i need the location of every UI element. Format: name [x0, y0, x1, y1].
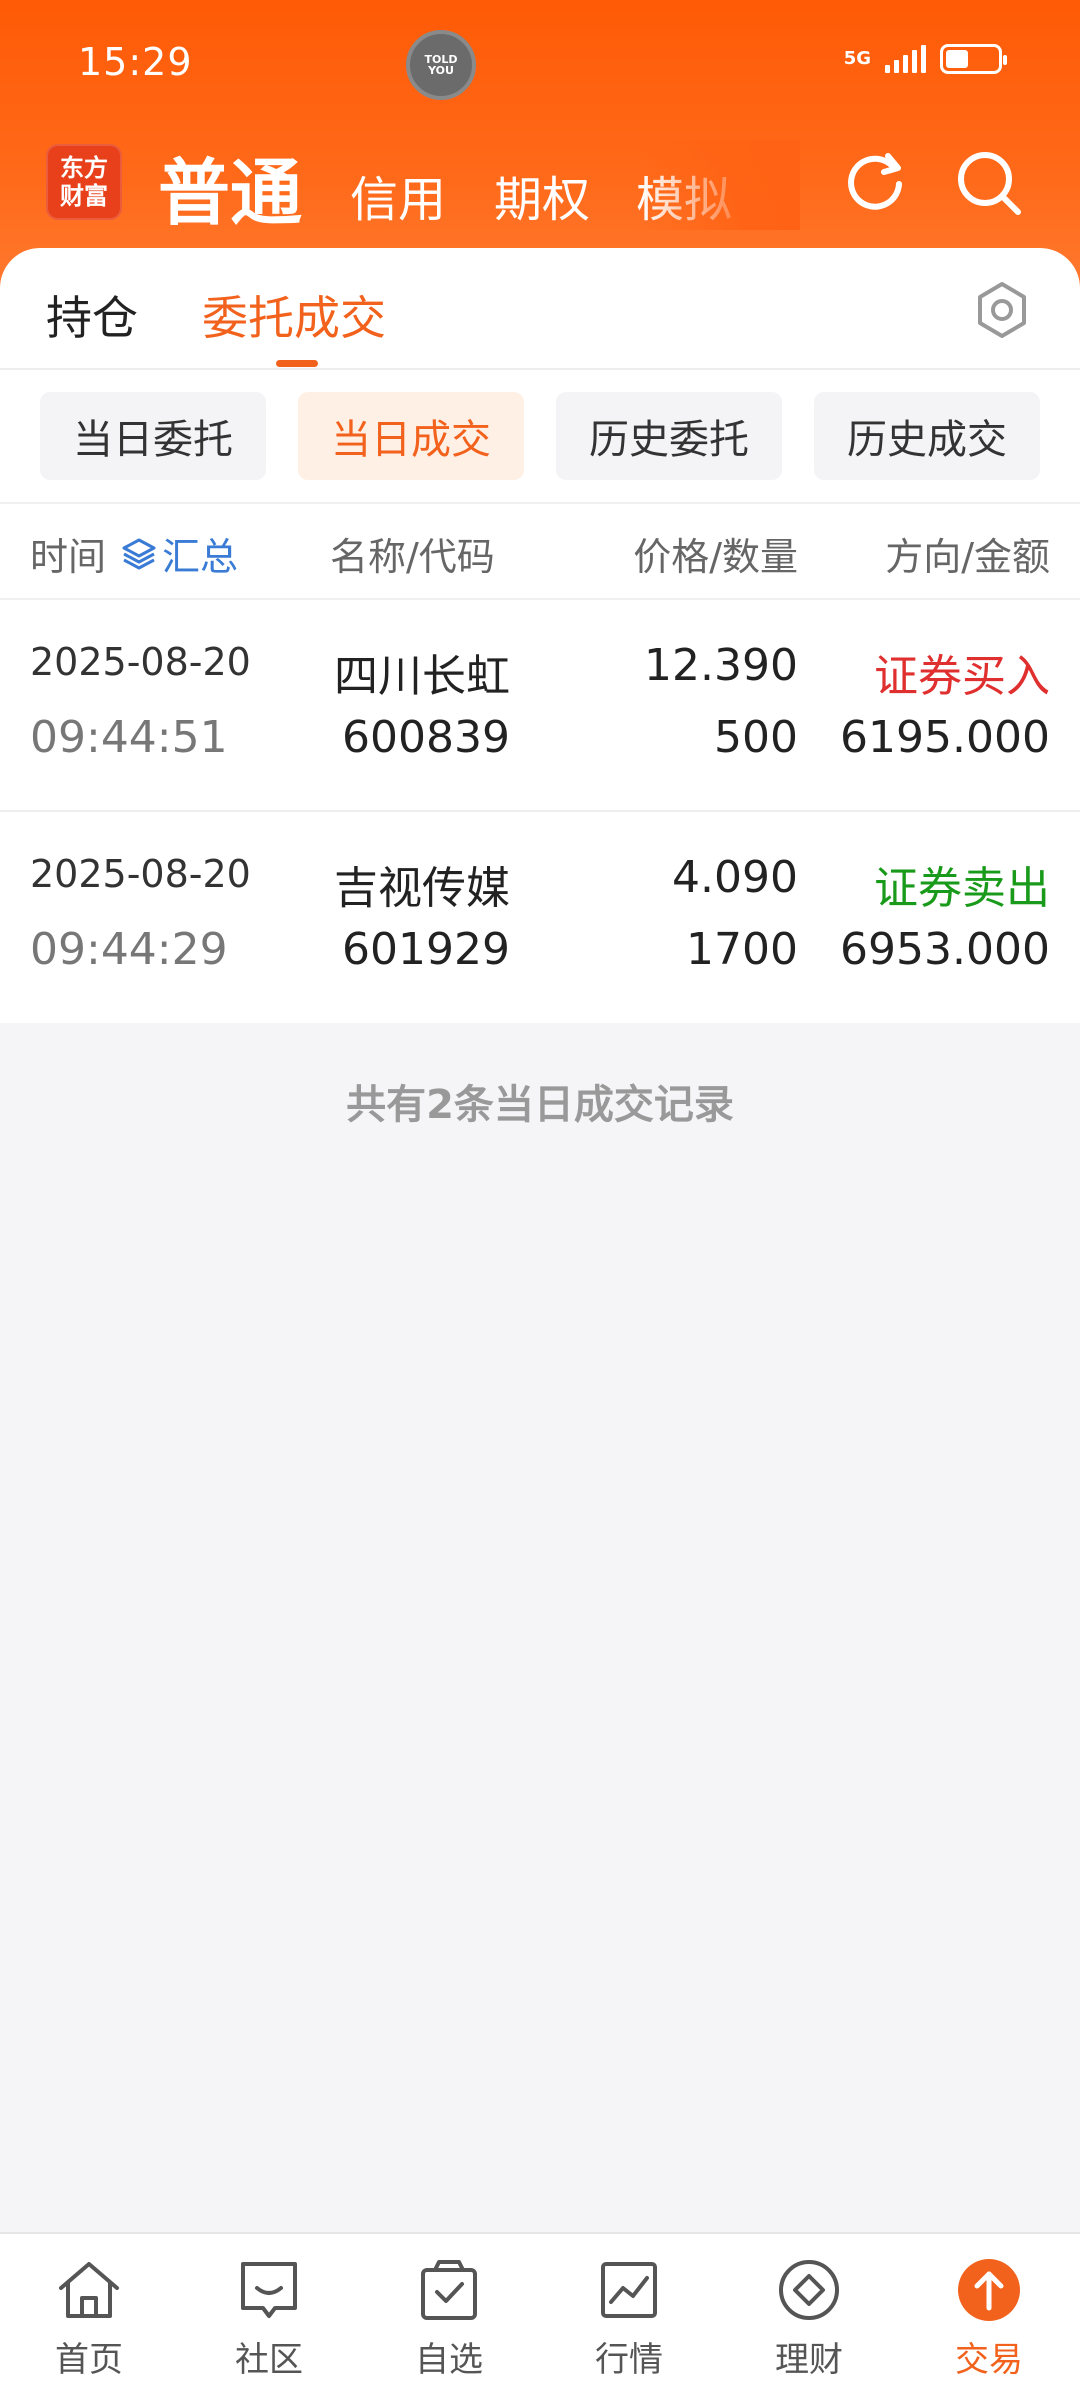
trade-direction: 证券买入 — [874, 651, 1050, 702]
home-icon — [59, 2262, 119, 2318]
trade-date: 2025-08-20 — [30, 852, 251, 896]
summary-label: 汇总 — [162, 535, 239, 579]
header-time: 时间 — [30, 535, 107, 579]
segment-today-orders[interactable]: 当日委托 — [40, 392, 266, 480]
logo-line1: 东方 — [60, 153, 108, 183]
tabbar-label: 自选 — [415, 2340, 483, 2380]
settings-icon[interactable] — [972, 280, 1032, 340]
app-logo: 东方 财富 — [46, 144, 122, 220]
trade-price: 12.390 — [644, 640, 798, 691]
trade-quantity: 500 — [714, 712, 798, 763]
bag-check-icon — [421, 2260, 477, 2320]
logo-line2: 财富 — [60, 181, 108, 210]
header-name-code: 名称/代码 — [330, 535, 495, 579]
chat-icon — [241, 2262, 297, 2318]
divider — [0, 368, 1080, 370]
records-count-note: 共有2条当日成交记录 — [346, 1082, 734, 1128]
trade-amount: 6195.000 — [840, 712, 1050, 763]
tab-active-indicator — [276, 360, 318, 367]
nav-fade-overlay — [640, 140, 800, 230]
tabbar-wealth[interactable]: 理财 — [749, 2256, 869, 2381]
bottom-tab-bar: 首页 社区 自选 行情 理财 交易 — [0, 2232, 1080, 2388]
chart-icon — [601, 2262, 657, 2318]
tabbar-watchlist[interactable]: 自选 — [389, 2256, 509, 2381]
tab-orders-trades[interactable]: 委托成交 — [202, 282, 386, 348]
header-direction-amount: 方向/金额 — [885, 535, 1050, 579]
tabbar-label: 理财 — [775, 2340, 843, 2380]
header-price-qty: 价格/数量 — [633, 535, 798, 579]
status-time: 15:29 — [78, 40, 193, 84]
segment-today-trades[interactable]: 当日成交 — [298, 392, 524, 480]
tabbar-community[interactable]: 社区 — [209, 2256, 329, 2381]
trade-price: 4.090 — [672, 852, 798, 903]
stock-name: 四川长虹 — [334, 651, 510, 702]
trade-time: 09:44:51 — [30, 712, 228, 763]
segment-history-orders[interactable]: 历史委托 — [556, 392, 782, 480]
nav-tab-option[interactable]: 期权 — [494, 160, 590, 230]
tabbar-label: 社区 — [235, 2340, 303, 2380]
battery-icon — [940, 44, 1007, 74]
tabbar-label: 行情 — [595, 2340, 663, 2380]
tabbar-market[interactable]: 行情 — [569, 2256, 689, 2381]
trade-arrow-icon — [958, 2259, 1020, 2321]
stock-code: 601929 — [342, 924, 510, 975]
segment-history-trades[interactable]: 历史成交 — [814, 392, 1040, 480]
summary-button[interactable]: 汇总 — [120, 526, 238, 581]
trade-amount: 6953.000 — [840, 924, 1050, 975]
status-center-badge-text: TOLD YOU — [424, 53, 458, 77]
stock-code: 600839 — [342, 712, 510, 763]
table-row[interactable]: 2025-08-20 09:44:29 吉视传媒 601929 4.090 17… — [0, 812, 1080, 1022]
trade-date: 2025-08-20 — [30, 640, 251, 684]
network-type: 5G — [843, 48, 871, 69]
trade-direction: 证券卖出 — [874, 863, 1050, 914]
status-indicators: 5G — [843, 44, 1007, 74]
layers-icon — [122, 538, 156, 569]
refresh-icon[interactable] — [842, 148, 908, 214]
nav-tab-credit[interactable]: 信用 — [350, 160, 446, 230]
divider — [0, 502, 1080, 504]
nav-tab-normal[interactable]: 普通 — [158, 134, 302, 239]
search-icon[interactable] — [954, 148, 1024, 218]
tabbar-label: 首页 — [55, 2340, 123, 2380]
trade-quantity: 1700 — [686, 924, 798, 975]
trade-time: 09:44:29 — [30, 924, 228, 975]
table-row[interactable]: 2025-08-20 09:44:51 四川长虹 600839 12.390 5… — [0, 600, 1080, 810]
status-center-badge: TOLD YOU — [406, 30, 476, 100]
tabbar-home[interactable]: 首页 — [29, 2256, 149, 2381]
tabbar-label: 交易 — [955, 2340, 1023, 2380]
tab-positions[interactable]: 持仓 — [46, 282, 138, 348]
stock-name: 吉视传媒 — [334, 863, 510, 914]
tabbar-trade[interactable]: 交易 — [929, 2256, 1049, 2381]
signal-icon — [885, 45, 926, 73]
diamond-icon — [779, 2260, 839, 2320]
